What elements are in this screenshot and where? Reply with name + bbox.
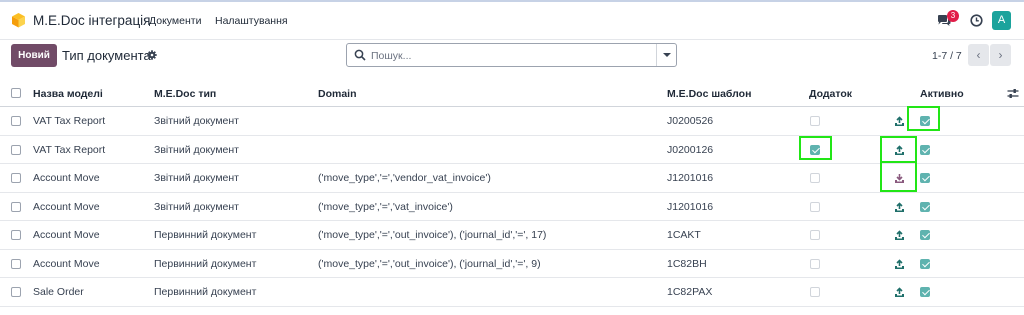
- cell-model-name: Account Move: [33, 172, 100, 184]
- breadcrumb: Тип документа: [62, 48, 151, 63]
- caret-down-icon: [663, 53, 671, 57]
- cell-medoc-template: J0200126: [667, 143, 714, 156]
- cell-medoc-template: J1201016: [667, 172, 714, 184]
- cell-medoc-template: 1C82BH: [667, 257, 707, 270]
- column-domain[interactable]: Domain: [318, 88, 357, 100]
- cell-model-name: Sale Order: [33, 286, 84, 298]
- cell-medoc-template: J1201016: [667, 200, 714, 213]
- upload-icon[interactable]: [894, 201, 905, 213]
- active-checkbox[interactable]: [920, 144, 930, 155]
- cell-domain: ('move_type','=','vendor_vat_invoice'): [318, 172, 491, 184]
- menu-documents[interactable]: Документи: [149, 15, 201, 27]
- active-checkbox[interactable]: [920, 201, 930, 212]
- cell-medoc-type: Звітний документ: [154, 115, 239, 127]
- upload-icon[interactable]: [894, 287, 905, 298]
- addon-checkbox[interactable]: [810, 258, 820, 269]
- table-row[interactable]: VAT Tax Report Звітний документ J0200126: [0, 135, 1024, 164]
- search-input[interactable]: [371, 48, 651, 63]
- row-select-checkbox[interactable]: [11, 230, 21, 240]
- cell-medoc-type: Звітний документ: [154, 172, 239, 184]
- column-medoc-type[interactable]: M.E.Doc тип: [154, 88, 216, 100]
- cell-model-name: VAT Tax Report: [33, 143, 106, 156]
- cell-model-name: VAT Tax Report: [33, 115, 106, 127]
- cell-domain: ('move_type','=','out_invoice'), ('journ…: [318, 257, 541, 270]
- cell-medoc-type: Звітний документ: [154, 143, 239, 156]
- highlight-box: [799, 135, 832, 160]
- select-all-checkbox[interactable]: [11, 88, 21, 98]
- table-row[interactable]: Sale Order Первинний документ 1C82PAX: [0, 278, 1024, 307]
- pager-value[interactable]: 1-7 / 7: [932, 50, 962, 62]
- activity-clock-icon[interactable]: [970, 14, 983, 27]
- table-header: Назва моделі M.E.Doc тип Domain M.E.Doc …: [0, 80, 1024, 107]
- row-select-checkbox[interactable]: [11, 144, 21, 155]
- menu-settings[interactable]: Налаштування: [215, 15, 288, 27]
- search-icon: [354, 49, 366, 61]
- top-navbar: M.E.Doc інтеграція Документи Налаштуванн…: [0, 0, 1024, 40]
- table-row[interactable]: Account Move Первинний документ ('move_typ…: [0, 250, 1024, 278]
- active-checkbox[interactable]: [920, 230, 930, 240]
- addon-checkbox[interactable]: [810, 287, 820, 297]
- cell-medoc-template: 1CAKT: [667, 229, 701, 241]
- table-row[interactable]: Account Move Первинний документ ('move_typ…: [0, 221, 1024, 250]
- upload-icon[interactable]: [894, 230, 905, 241]
- cell-medoc-type: Первинний документ: [154, 229, 257, 241]
- table-row[interactable]: Account Move Звітний документ ('move_type'…: [0, 193, 1024, 221]
- search-options-toggle[interactable]: [656, 44, 676, 66]
- active-checkbox[interactable]: [920, 287, 930, 297]
- row-select-checkbox[interactable]: [11, 201, 21, 212]
- optional-columns-toggle-icon[interactable]: [1007, 88, 1019, 99]
- cell-medoc-template: J0200526: [667, 115, 714, 127]
- notification-badge: 3: [947, 10, 959, 22]
- highlight-box: [880, 161, 917, 192]
- upload-icon[interactable]: [894, 116, 905, 127]
- addon-checkbox[interactable]: [810, 230, 820, 240]
- cell-domain: ('move_type','=','out_invoice'), ('journ…: [318, 229, 547, 241]
- app-title[interactable]: M.E.Doc інтеграція: [33, 13, 151, 28]
- row-select-checkbox[interactable]: [11, 258, 21, 269]
- row-select-checkbox[interactable]: [11, 173, 21, 183]
- app-logo-icon: [12, 13, 25, 28]
- column-medoc-template[interactable]: M.E.Doc шаблон: [667, 88, 751, 100]
- addon-checkbox[interactable]: [810, 116, 820, 126]
- cell-model-name: Account Move: [33, 200, 100, 213]
- addon-checkbox[interactable]: [810, 201, 820, 212]
- search-bar[interactable]: [346, 43, 677, 67]
- highlight-box: [880, 135, 917, 163]
- cell-medoc-type: Первинний документ: [154, 257, 257, 270]
- active-checkbox[interactable]: [920, 173, 930, 183]
- active-checkbox[interactable]: [920, 258, 930, 269]
- row-select-checkbox[interactable]: [11, 287, 21, 297]
- column-active[interactable]: Активно: [920, 88, 964, 100]
- pager-previous-button[interactable]: ‹: [968, 44, 989, 66]
- cell-model-name: Account Move: [33, 257, 100, 270]
- addon-checkbox[interactable]: [810, 173, 820, 183]
- cell-medoc-type: Первинний документ: [154, 286, 257, 298]
- cell-medoc-template: 1C82PAX: [667, 286, 713, 298]
- table-row[interactable]: VAT Tax Report Звітний документ J0200526: [0, 106, 1024, 136]
- upload-icon[interactable]: [894, 258, 905, 270]
- pager-next-button[interactable]: ›: [990, 44, 1011, 66]
- cell-domain: ('move_type','=','vat_invoice'): [318, 200, 453, 213]
- cell-medoc-type: Звітний документ: [154, 200, 239, 213]
- gear-icon[interactable]: [147, 50, 157, 60]
- column-model-name[interactable]: Назва моделі: [33, 88, 103, 100]
- user-avatar[interactable]: A: [992, 11, 1011, 30]
- cell-model-name: Account Move: [33, 229, 100, 241]
- column-addon[interactable]: Додаток: [809, 88, 852, 100]
- highlight-box: [907, 106, 940, 131]
- new-button[interactable]: Новий: [11, 44, 57, 67]
- table-row[interactable]: Account Move Звітний документ ('move_type'…: [0, 161, 1024, 193]
- row-select-checkbox[interactable]: [11, 116, 21, 126]
